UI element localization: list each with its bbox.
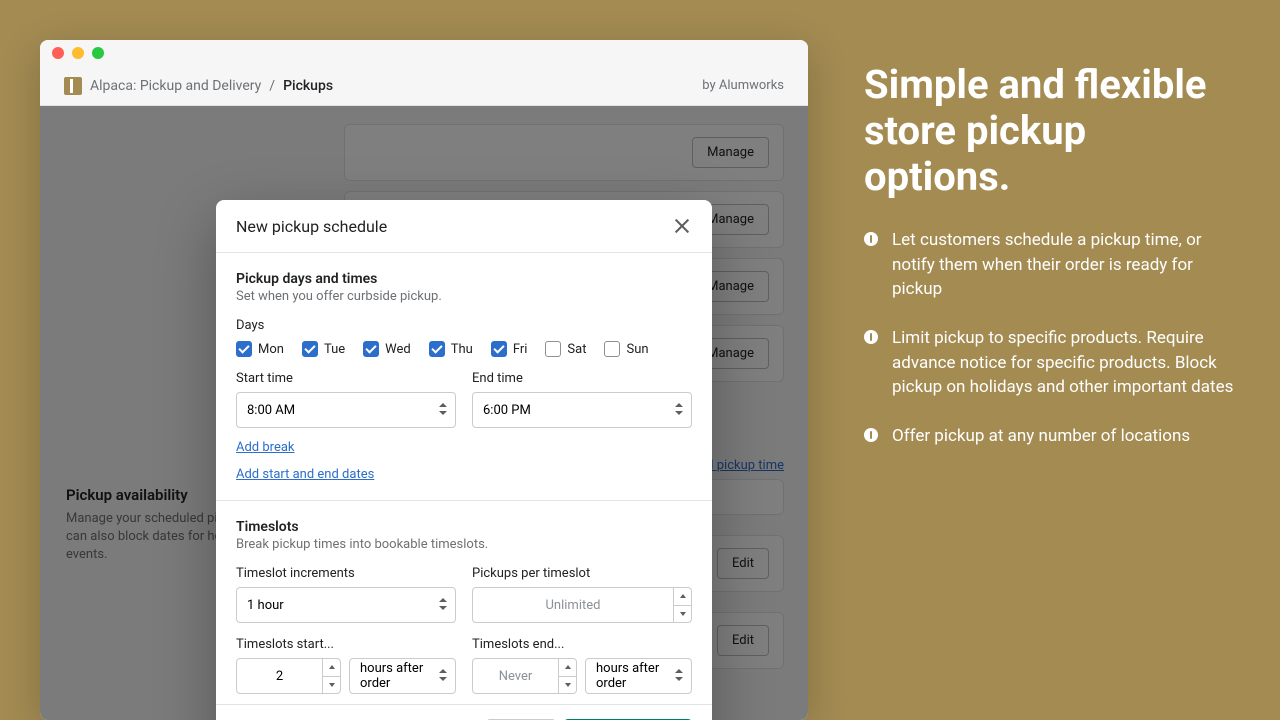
timeslots-start-unit-select[interactable]: hours after order (349, 658, 456, 694)
stepper (322, 659, 340, 693)
timeslots-end-unit-select[interactable]: hours after order (585, 658, 692, 694)
bullet-icon (864, 428, 878, 442)
promo-bullet: Limit pickup to specific products. Requi… (864, 326, 1236, 400)
step-up-icon[interactable] (323, 659, 340, 677)
days-row: Mon Tue Wed Thu Fri Sat Sun (236, 341, 692, 357)
timeslots-start-label: Timeslots start... (236, 637, 456, 652)
section-subtitle: Break pickup times into bookable timeslo… (236, 537, 692, 552)
stepper (558, 659, 576, 693)
section-title: Pickup days and times (236, 271, 692, 287)
breadcrumb-current: Pickups (283, 78, 333, 94)
vendor-label: by Alumworks (702, 78, 784, 93)
timeslots-end-input[interactable]: Never (472, 658, 577, 694)
promo-list: Let customers schedule a pickup time, or… (864, 228, 1236, 448)
day-label: Fri (513, 342, 528, 357)
timeslot-increments-select[interactable]: 1 hour (236, 587, 456, 623)
checkbox-icon[interactable] (429, 341, 445, 357)
divider (216, 500, 712, 501)
close-window-icon[interactable] (52, 47, 64, 59)
day-label: Mon (258, 342, 284, 357)
window-titlebar (40, 40, 808, 66)
day-label: Tue (324, 342, 345, 357)
app-window: Alpaca: Pickup and Delivery / Pickups by… (40, 40, 808, 720)
bullet-icon (864, 330, 878, 344)
pickups-per-timeslot-label: Pickups per timeslot (472, 566, 692, 581)
checkbox-icon[interactable] (302, 341, 318, 357)
timeslots-start-input[interactable]: 2 (236, 658, 341, 694)
day-sat[interactable]: Sat (545, 341, 586, 357)
end-time-select[interactable]: 6:00 PM (472, 392, 692, 428)
close-icon[interactable] (672, 216, 692, 236)
day-label: Wed (385, 342, 411, 357)
timeslot-increments-label: Timeslot increments (236, 566, 456, 581)
start-time-label: Start time (236, 371, 456, 386)
step-down-icon[interactable] (559, 677, 576, 694)
breadcrumb: Alpaca: Pickup and Delivery / Pickups (64, 77, 333, 95)
add-break-link[interactable]: Add break (236, 440, 295, 455)
stepper (673, 588, 691, 622)
checkbox-icon[interactable] (604, 341, 620, 357)
modal-body: Pickup days and times Set when you offer… (216, 253, 712, 704)
section-subtitle: Set when you offer curbside pickup. (236, 289, 692, 304)
day-label: Sun (626, 342, 648, 357)
timeslots-end-label: Timeslots end... (472, 637, 692, 652)
app-header: Alpaca: Pickup and Delivery / Pickups by… (40, 66, 808, 106)
checkbox-icon[interactable] (363, 341, 379, 357)
app-logo-icon (64, 77, 82, 95)
step-down-icon[interactable] (323, 677, 340, 694)
days-label: Days (236, 318, 692, 333)
new-pickup-schedule-modal: New pickup schedule Pickup days and time… (216, 200, 712, 720)
day-label: Thu (451, 342, 473, 357)
breadcrumb-app[interactable]: Alpaca: Pickup and Delivery (90, 78, 261, 94)
step-up-icon[interactable] (674, 588, 691, 606)
start-time-select[interactable]: 8:00 AM (236, 392, 456, 428)
day-tue[interactable]: Tue (302, 341, 345, 357)
section-title: Timeslots (236, 519, 692, 535)
day-mon[interactable]: Mon (236, 341, 284, 357)
maximize-window-icon[interactable] (92, 47, 104, 59)
modal-title: New pickup schedule (236, 217, 387, 236)
minimize-window-icon[interactable] (72, 47, 84, 59)
step-down-icon[interactable] (674, 606, 691, 623)
end-time-label: End time (472, 371, 692, 386)
promo-headline: Simple and flexible store pickup options… (864, 62, 1236, 200)
bullet-icon (864, 232, 878, 246)
add-start-end-dates-link[interactable]: Add start and end dates (236, 467, 374, 482)
checkbox-icon[interactable] (236, 341, 252, 357)
content-area: Manage Manage Manage Manage Add pickup t… (40, 106, 808, 720)
checkbox-icon[interactable] (491, 341, 507, 357)
checkbox-icon[interactable] (545, 341, 561, 357)
day-label: Sat (567, 342, 586, 357)
day-fri[interactable]: Fri (491, 341, 528, 357)
breadcrumb-sep: / (269, 78, 275, 94)
modal-header: New pickup schedule (216, 200, 712, 253)
promo-bullet: Let customers schedule a pickup time, or… (864, 228, 1236, 302)
modal-footer: Cancel Save pickup time (216, 704, 712, 720)
day-thu[interactable]: Thu (429, 341, 473, 357)
pickups-per-timeslot-input[interactable]: Unlimited (472, 587, 692, 623)
step-up-icon[interactable] (559, 659, 576, 677)
day-sun[interactable]: Sun (604, 341, 648, 357)
day-wed[interactable]: Wed (363, 341, 411, 357)
promo-panel: Simple and flexible store pickup options… (864, 62, 1236, 472)
promo-bullet: Offer pickup at any number of locations (864, 424, 1236, 449)
